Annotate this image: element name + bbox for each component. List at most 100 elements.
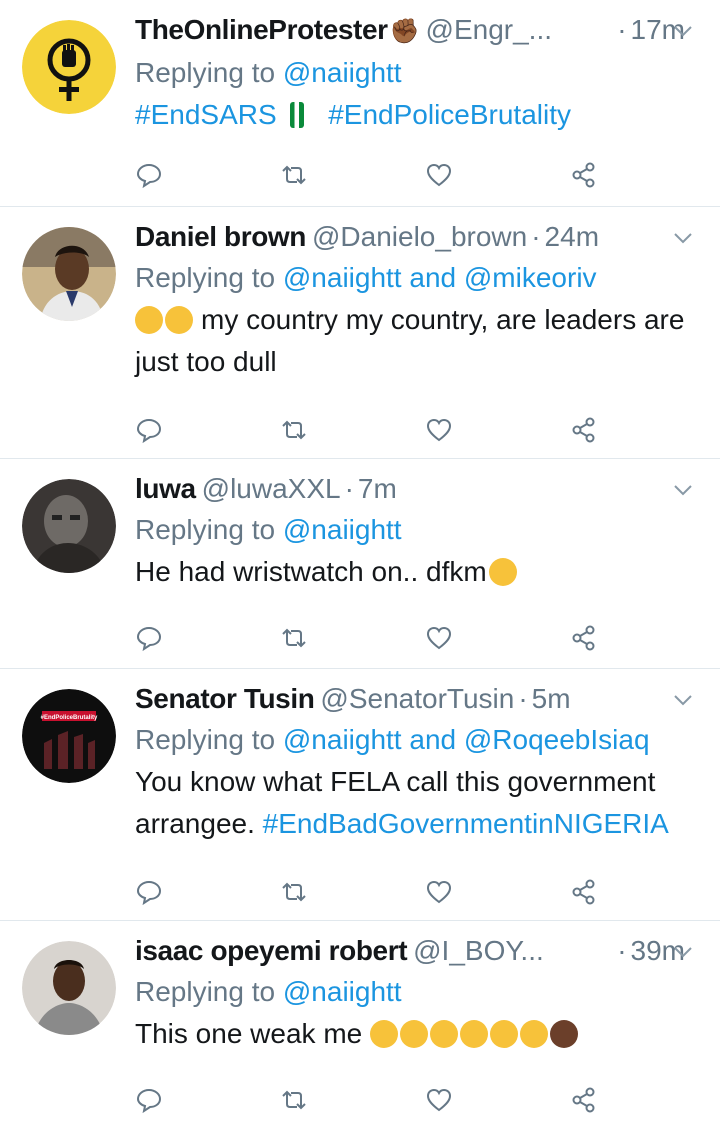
avatar[interactable] <box>22 227 116 321</box>
reply-icon <box>136 626 162 652</box>
avatar[interactable] <box>22 479 116 573</box>
share-button[interactable] <box>570 416 715 444</box>
tweet[interactable]: Daniel brown @Danielo_brown · 24m Replyi… <box>0 207 720 459</box>
replying-to: Replying to @naiightt and @RoqeebIsiaq <box>135 719 720 761</box>
retweet-button[interactable] <box>280 161 425 189</box>
tweet-feed: TheOnlineProtester ✊🏾 @Engr_... · 17m Re… <box>0 0 720 1129</box>
reply-button[interactable] <box>135 878 280 906</box>
reply-icon <box>136 880 162 906</box>
tweet[interactable]: isaac opeyemi robert @I_BOY... · 39m Rep… <box>0 921 720 1129</box>
nigeria-flag-emoji <box>290 102 305 128</box>
hashtag-link[interactable]: #EndBadGovernmentinNIGERIA <box>263 808 669 839</box>
reply-icon <box>136 418 162 444</box>
replying-to: Replying to @naiightt <box>135 509 720 551</box>
tweet[interactable]: luwa @luwaXXL · 7m Replying to @naiightt… <box>0 459 720 669</box>
retweet-button[interactable] <box>280 1086 425 1114</box>
display-name[interactable]: TheOnlineProtester <box>135 10 388 50</box>
share-button[interactable] <box>570 624 715 652</box>
tweet-text-content: He had wristwatch on.. dfkm <box>135 556 487 587</box>
grinning-emoji <box>400 1020 428 1048</box>
display-name[interactable]: luwa <box>135 469 196 509</box>
display-name[interactable]: Daniel brown <box>135 217 306 257</box>
chevron-down-icon[interactable] <box>672 479 694 501</box>
mention-link[interactable]: @RoqeebIsiaq <box>464 724 650 755</box>
tweet-text: You know what FELA call this government … <box>135 761 700 845</box>
replying-to: Replying to @naiightt <box>135 52 720 94</box>
mention-link[interactable]: @naiightt <box>283 976 402 1007</box>
replying-label: Replying to <box>135 724 276 755</box>
tweet-header: Daniel brown @Danielo_brown · 24m <box>135 217 685 257</box>
weary-face-emoji <box>488 558 517 586</box>
tweet-header: TheOnlineProtester ✊🏾 @Engr_... · 17m <box>135 10 685 52</box>
tweet-header: luwa @luwaXXL · 7m <box>135 469 685 509</box>
share-icon <box>572 625 595 651</box>
chevron-down-icon[interactable] <box>672 941 694 963</box>
mention-link[interactable]: @mikeoriv <box>464 262 597 293</box>
retweet-button[interactable] <box>280 878 425 906</box>
retweet-button[interactable] <box>280 416 425 444</box>
share-button[interactable] <box>570 161 715 189</box>
hashtag-link[interactable]: #EndSARS <box>135 99 277 130</box>
like-button[interactable] <box>425 624 570 652</box>
mention-and: and <box>409 262 457 293</box>
avatar[interactable] <box>22 20 116 114</box>
grinning-emoji <box>370 1020 398 1048</box>
tweet-text-content: my country my country, are leaders are j… <box>135 304 685 377</box>
user-handle[interactable]: @Engr_... <box>426 10 552 50</box>
tweet-actions <box>135 1071 720 1141</box>
like-button[interactable] <box>425 878 570 906</box>
retweet-icon <box>282 882 306 902</box>
user-handle[interactable]: @luwaXXL <box>202 469 341 509</box>
share-button[interactable] <box>570 878 715 906</box>
like-button[interactable] <box>425 1086 570 1114</box>
tweet-text-content: This one weak me <box>135 1018 363 1049</box>
crying-emoji <box>135 306 163 334</box>
reply-button[interactable] <box>135 161 280 189</box>
tweet-text: This one weak me <box>135 1013 700 1055</box>
retweet-button[interactable] <box>280 624 425 652</box>
reply-button[interactable] <box>135 1086 280 1114</box>
replying-to: Replying to @naiightt <box>135 971 720 1013</box>
tweet-actions <box>135 146 720 216</box>
chevron-down-icon[interactable] <box>672 20 694 42</box>
user-handle[interactable]: @Danielo_brown <box>312 217 527 257</box>
reply-icon <box>136 163 162 189</box>
mention-link[interactable]: @naiightt <box>283 57 402 88</box>
like-icon <box>426 626 452 650</box>
avatar[interactable] <box>22 941 116 1035</box>
avatar-caption: #EndPoliceBrutality <box>41 715 98 721</box>
like-button[interactable] <box>425 161 570 189</box>
timestamp[interactable]: 24m <box>545 217 599 257</box>
like-button[interactable] <box>425 416 570 444</box>
fist-emoji: ✊🏾 <box>389 18 420 45</box>
retweet-icon <box>282 1090 306 1110</box>
replying-label: Replying to <box>135 262 276 293</box>
tweet-text: He had wristwatch on.. dfkm <box>135 551 700 593</box>
display-name[interactable]: isaac opeyemi robert <box>135 931 408 971</box>
user-handle[interactable]: @SenatorTusin <box>320 679 514 719</box>
grinning-emoji <box>490 1020 518 1048</box>
chevron-down-icon[interactable] <box>672 689 694 711</box>
grinning-emoji <box>460 1020 488 1048</box>
display-name[interactable]: Senator Tusin <box>135 679 315 719</box>
chevron-down-icon[interactable] <box>672 227 694 249</box>
neutral-face-emoji <box>520 1020 548 1048</box>
avatar[interactable]: #EndPoliceBrutality <box>22 689 116 783</box>
share-icon <box>572 162 595 188</box>
reply-button[interactable] <box>135 416 280 444</box>
mention-link[interactable]: @naiightt <box>283 514 402 545</box>
tweet[interactable]: #EndPoliceBrutality Senator Tusin @Senat… <box>0 669 720 921</box>
mention-link[interactable]: @naiightt <box>283 262 402 293</box>
tweet[interactable]: TheOnlineProtester ✊🏾 @Engr_... · 17m Re… <box>0 0 720 207</box>
mention-link[interactable]: @naiightt <box>283 724 402 755</box>
user-handle[interactable]: @I_BOY... <box>413 931 544 971</box>
hashtag-link[interactable]: #EndPoliceBrutality <box>328 99 571 130</box>
timestamp[interactable]: 7m <box>358 469 397 509</box>
share-icon <box>572 1087 595 1113</box>
separator-dot: · <box>344 473 354 504</box>
reply-button[interactable] <box>135 624 280 652</box>
share-button[interactable] <box>570 1086 715 1114</box>
timestamp[interactable]: 5m <box>532 679 571 719</box>
tweet-text: #EndSARS #EndPoliceBrutality <box>135 94 700 136</box>
like-icon <box>426 1088 452 1112</box>
